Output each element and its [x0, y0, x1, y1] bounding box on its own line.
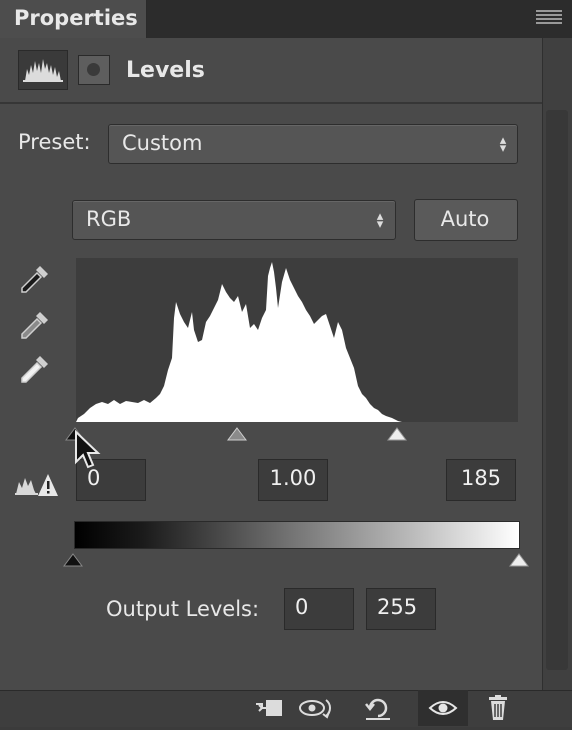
histogram-shape	[76, 262, 402, 422]
clipping-warning-icon[interactable]	[14, 470, 60, 500]
histogram	[76, 258, 518, 422]
output-black-field[interactable]: 0	[284, 588, 354, 630]
input-white-slider[interactable]	[386, 426, 408, 441]
input-gamma-field[interactable]: 1.00	[258, 459, 328, 501]
panel-menu-icon[interactable]	[534, 8, 564, 28]
mask-icon-dot	[87, 63, 100, 76]
panel-title: Levels	[126, 58, 205, 83]
eyedropper-gray-icon[interactable]	[16, 308, 52, 344]
header-divider	[0, 102, 542, 104]
updown-arrows-icon: ▴ ▾	[376, 209, 384, 232]
output-levels-label: Output Levels:	[106, 597, 260, 621]
updown-arrows-icon: ▴ ▾	[499, 133, 507, 156]
scrollbar-thumb[interactable]	[546, 110, 568, 670]
reset-icon[interactable]	[358, 694, 398, 722]
eye-icon[interactable]	[418, 690, 468, 726]
preset-value: Custom	[122, 131, 203, 155]
clip-to-layer-icon[interactable]	[250, 694, 290, 722]
preset-label: Preset:	[18, 130, 91, 154]
input-gamma-slider[interactable]	[226, 426, 248, 441]
output-black-slider[interactable]	[62, 552, 84, 567]
output-white-field[interactable]: 255	[366, 588, 436, 630]
histogram-icon[interactable]	[18, 50, 68, 90]
channel-value: RGB	[86, 207, 132, 231]
eyedropper-black-icon[interactable]	[16, 262, 52, 298]
eyedropper-white-icon[interactable]	[16, 352, 52, 388]
trash-icon[interactable]	[478, 694, 518, 722]
input-white-field[interactable]: 185	[446, 459, 516, 501]
mouse-cursor-icon	[74, 429, 102, 472]
tab-title: Properties	[14, 6, 138, 30]
output-white-slider[interactable]	[508, 552, 530, 567]
view-previous-icon[interactable]	[296, 694, 336, 722]
auto-button-label: Auto	[440, 207, 490, 231]
output-gradient-bar	[74, 521, 520, 549]
